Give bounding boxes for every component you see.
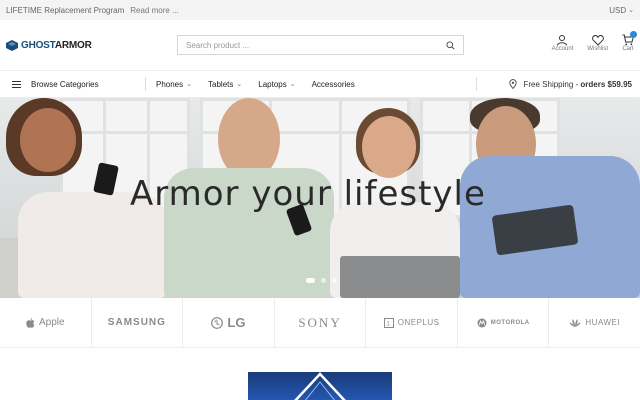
motorola-icon xyxy=(477,318,487,327)
brand-motorola[interactable]: MOTOROLA xyxy=(458,298,550,347)
lg-icon xyxy=(211,316,224,329)
brand-huawei[interactable]: HUAWEI xyxy=(549,298,640,347)
cart-button[interactable]: Cart xyxy=(622,31,637,52)
browse-label: Browse Categories xyxy=(31,79,99,89)
logo-icon xyxy=(6,39,18,51)
promo-text: LIFETIME Replacement Program xyxy=(6,5,125,15)
brand-oneplus[interactable]: 1 ONEPLUS xyxy=(366,298,458,347)
account-label: Account xyxy=(551,46,574,52)
wishlist-label: Wishlist xyxy=(587,46,608,52)
oneplus-icon: 1 xyxy=(383,317,394,328)
chevron-down-icon: ⌄ xyxy=(628,7,634,14)
cart-count-badge xyxy=(630,31,637,38)
cart-label: Cart xyxy=(622,46,634,52)
svg-text:1: 1 xyxy=(386,320,390,327)
shipping-text: Free Shipping - orders $59.95 xyxy=(523,79,632,89)
apple-icon xyxy=(26,317,35,328)
hero-title: Armor your lifestyle xyxy=(130,174,486,214)
nav-item-label: Laptops xyxy=(258,79,287,89)
site-header: GHOSTARMOR Account Wishlist xyxy=(0,20,640,70)
brand-label: ONEPLUS xyxy=(397,318,440,327)
nav-item-laptops[interactable]: Laptops ⌄ xyxy=(258,80,295,89)
nav-item-accessories[interactable]: Accessories xyxy=(312,80,355,89)
laptop-illustration xyxy=(340,256,460,298)
location-pin-icon xyxy=(509,79,518,89)
hero-banner[interactable]: Armor your lifestyle xyxy=(0,98,640,298)
search-input[interactable] xyxy=(186,40,446,50)
product-graphic xyxy=(294,372,346,400)
hamburger-icon xyxy=(12,80,21,88)
brand-lg[interactable]: LG xyxy=(183,298,275,347)
chevron-down-icon: ⌄ xyxy=(186,81,193,88)
nav-item-label: Accessories xyxy=(311,79,355,89)
nav-menu: Phones ⌄ Tablets ⌄ Laptops ⌄ Accessories xyxy=(156,80,355,89)
promo-message: LIFETIME Replacement Program Read more .… xyxy=(6,6,179,15)
featured-section xyxy=(0,348,640,400)
nav-item-label: Tablets xyxy=(208,79,234,89)
nav-item-label: Phones xyxy=(156,79,184,89)
brand-label: HUAWEI xyxy=(585,318,621,327)
search-icon[interactable] xyxy=(446,40,455,50)
brand-logo-strip: Apple SAMSUNG LG SONY 1 ONEPLUS MOTOROLA xyxy=(0,298,640,348)
search-box xyxy=(177,35,464,55)
chevron-down-icon: ⌄ xyxy=(289,81,296,88)
free-shipping-notice: Free Shipping - orders $59.95 xyxy=(476,77,632,91)
huawei-icon xyxy=(569,318,582,327)
featured-product-image[interactable] xyxy=(248,372,392,400)
browse-categories-button[interactable]: Browse Categories xyxy=(12,80,145,89)
nav-item-tablets[interactable]: Tablets ⌄ xyxy=(208,80,242,89)
nav-divider xyxy=(476,77,478,91)
brand-label: LG xyxy=(227,315,246,330)
brand-label: Apple xyxy=(39,317,65,328)
slider-dot-3[interactable] xyxy=(332,278,337,283)
user-icon xyxy=(557,35,568,46)
brand-label: MOTOROLA xyxy=(490,319,530,326)
nav-divider xyxy=(145,77,146,91)
site-logo[interactable]: GHOSTARMOR xyxy=(6,39,176,51)
currency-label: USD xyxy=(609,5,627,15)
read-more-link[interactable]: Read more ... xyxy=(130,6,178,15)
slider-pagination xyxy=(306,278,337,283)
logo-wordmark: GHOSTARMOR xyxy=(21,39,92,51)
promo-bar: LIFETIME Replacement Program Read more .… xyxy=(0,0,640,20)
wishlist-button[interactable]: Wishlist xyxy=(587,34,608,52)
brand-label: SONY xyxy=(298,314,342,330)
brand-label: SAMSUNG xyxy=(107,317,166,328)
currency-selector[interactable]: USD ⌄ xyxy=(609,6,634,15)
brand-sony[interactable]: SONY xyxy=(275,298,367,347)
brand-apple[interactable]: Apple xyxy=(0,298,92,347)
slider-dot-2[interactable] xyxy=(321,278,326,283)
account-button[interactable]: Account xyxy=(551,34,574,52)
chevron-down-icon: ⌄ xyxy=(236,81,243,88)
nav-item-phones[interactable]: Phones ⌄ xyxy=(156,80,192,89)
slider-dot-1[interactable] xyxy=(306,278,315,283)
header-actions: Account Wishlist Cart xyxy=(551,31,637,52)
brand-samsung[interactable]: SAMSUNG xyxy=(92,298,184,347)
heart-icon xyxy=(591,34,604,46)
main-navigation: Browse Categories Phones ⌄ Tablets ⌄ Lap… xyxy=(0,70,640,98)
